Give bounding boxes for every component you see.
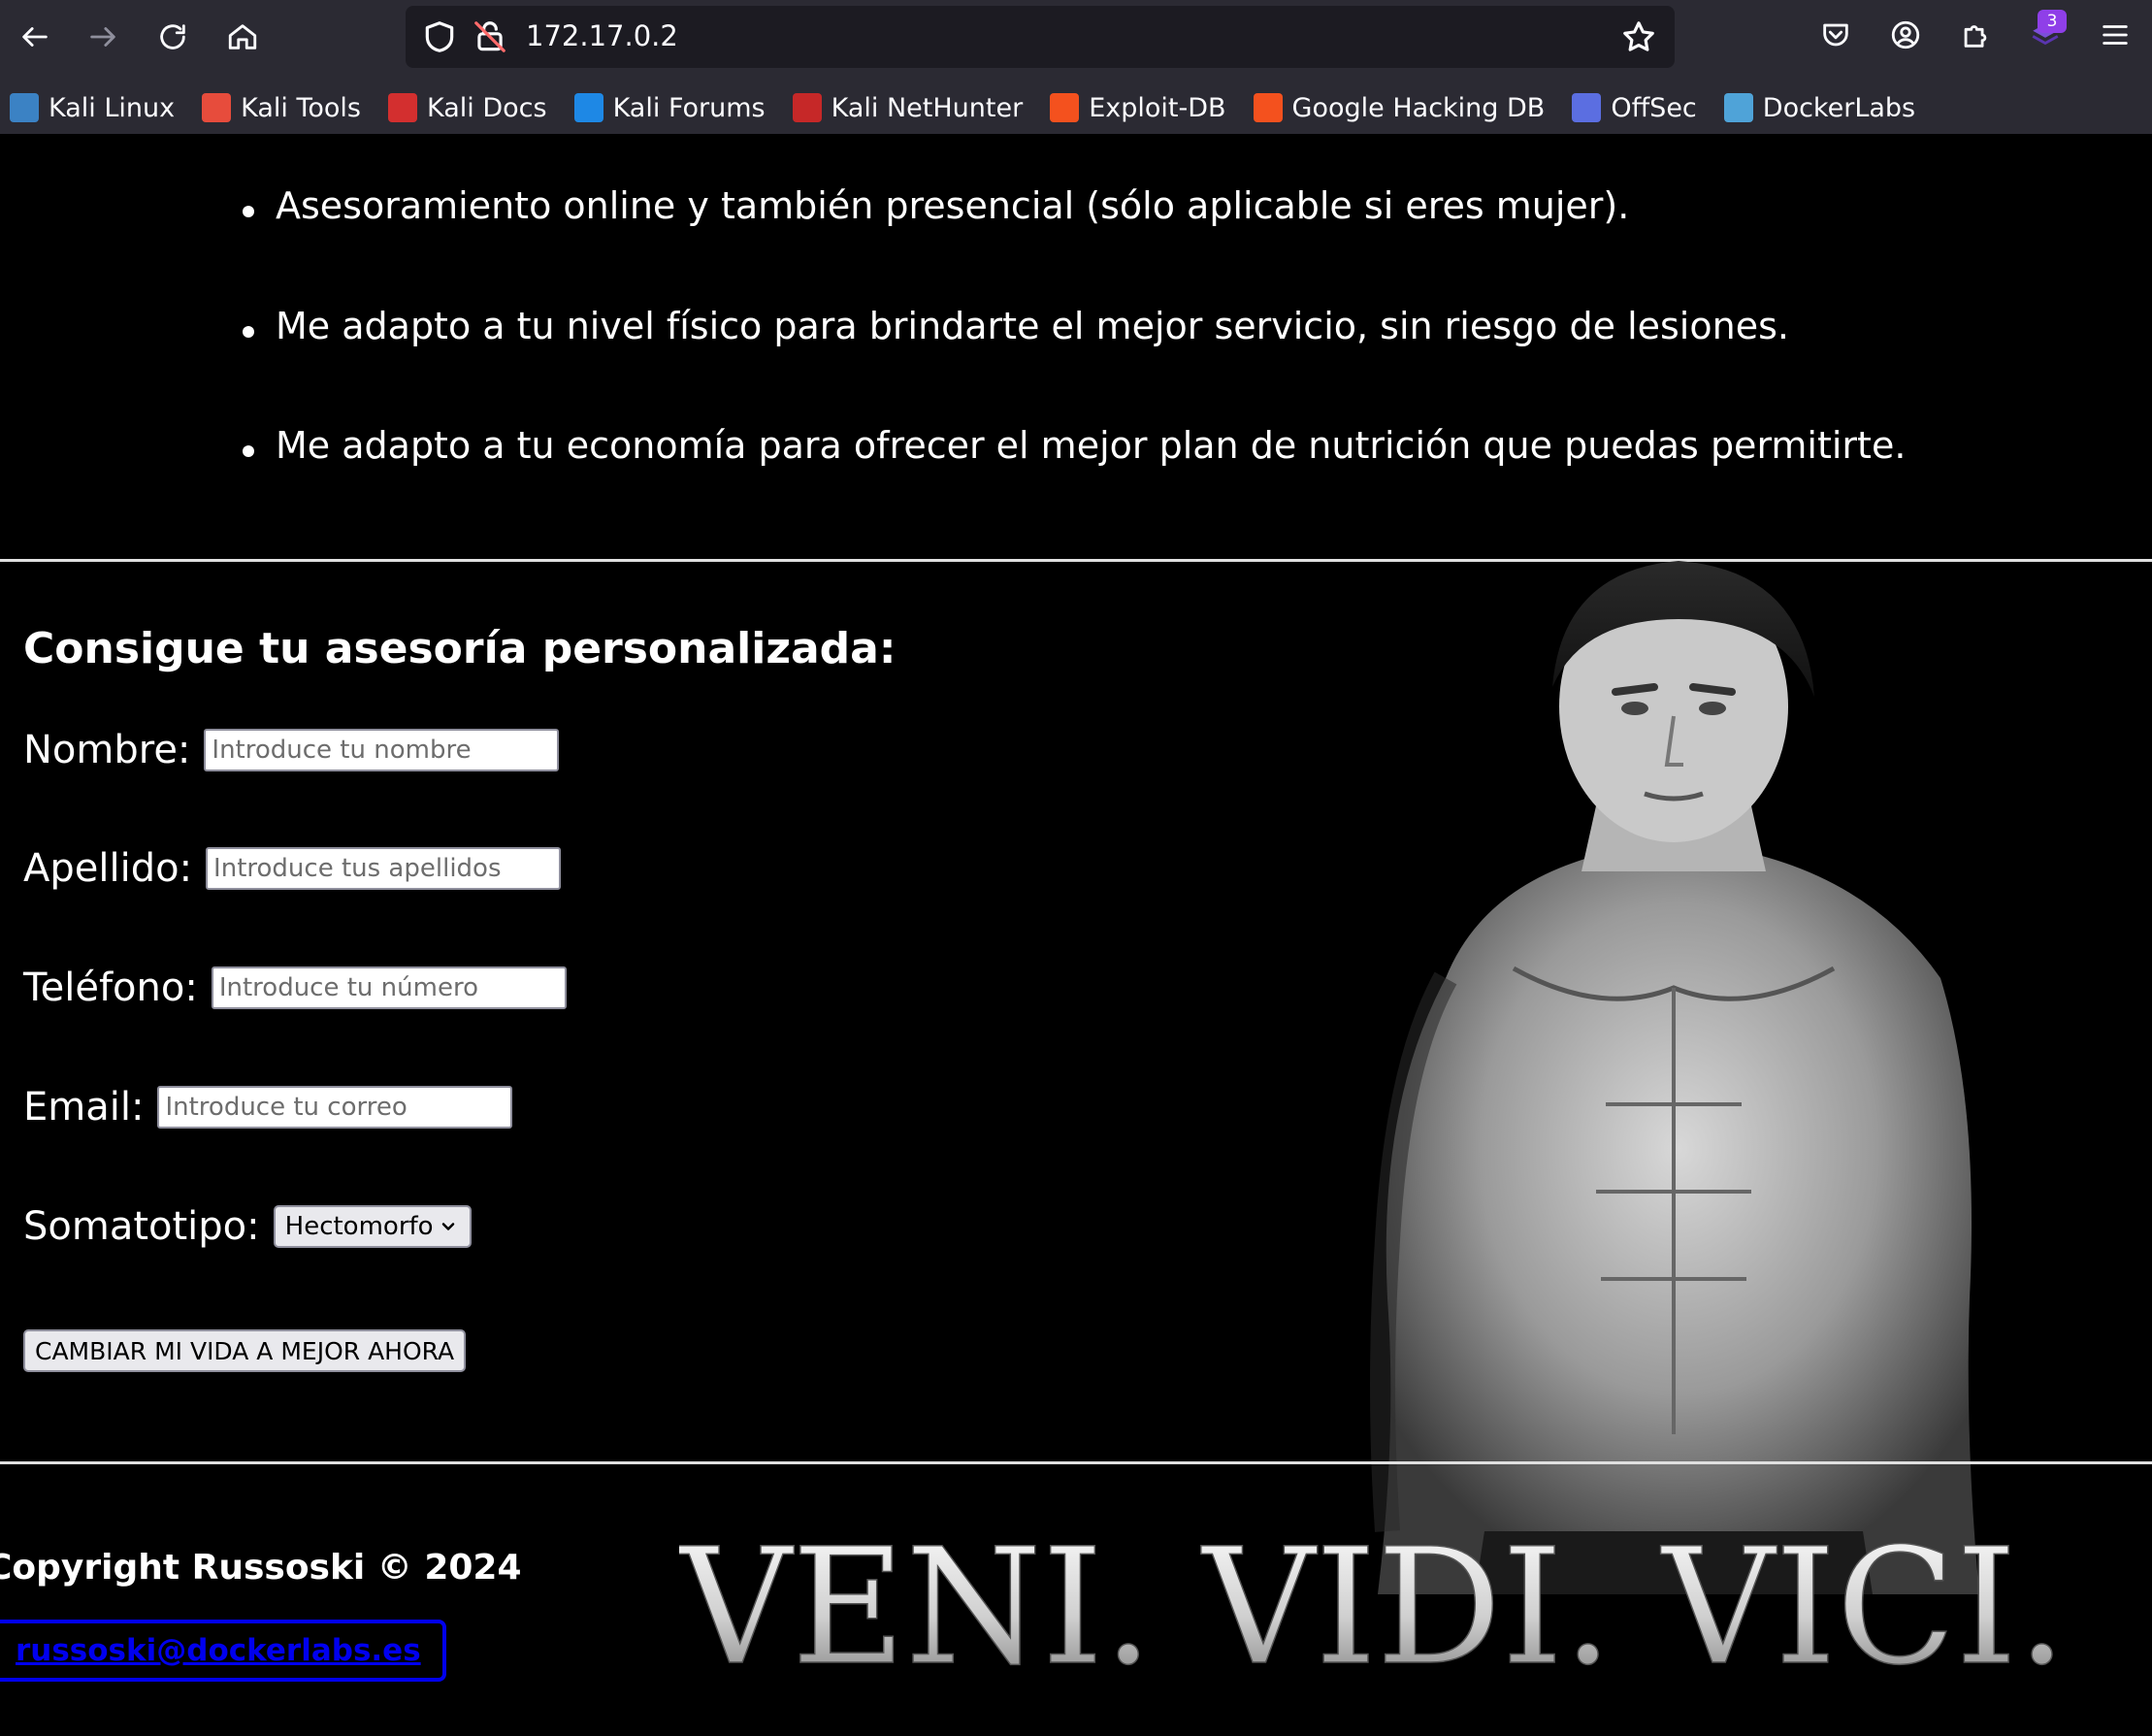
forward-button[interactable] (78, 12, 128, 62)
page-content: Asesoramiento online y también presencia… (0, 134, 2152, 1736)
insecure-lock-icon[interactable] (472, 18, 508, 55)
menu-button[interactable] (2094, 14, 2136, 56)
pocket-icon (1823, 23, 1848, 47)
kali-dragon-icon (10, 93, 39, 122)
extension-badge: 3 (2038, 10, 2067, 33)
feature-item: Me adapto a tu nivel físico para brindar… (241, 305, 1906, 349)
back-button[interactable] (10, 12, 60, 62)
fitness-model-photo (1370, 561, 1979, 1594)
url-text[interactable]: 172.17.0.2 (526, 19, 678, 52)
bookmark-exploit-db[interactable]: Exploit-DB (1040, 84, 1235, 131)
kali-tools-icon (202, 93, 232, 122)
arrow-right-icon (90, 27, 115, 47)
bookmark-star-icon[interactable] (1620, 18, 1657, 55)
nombre-input[interactable] (204, 729, 560, 771)
somatotipo-select[interactable]: Hectomorfo (273, 1205, 472, 1248)
motto-banner: VENI. VIDI. VICI. (679, 1517, 2068, 1682)
email-label: Email: (23, 1085, 145, 1130)
kali-docs-icon (387, 93, 417, 122)
form-title: Consigue tu asesoría personalizada: (23, 624, 897, 673)
reload-button[interactable] (147, 12, 198, 62)
copyright-text: Copyright Russoski © 2024 (0, 1548, 522, 1588)
bookmark-offsec[interactable]: OffSec (1562, 84, 1706, 131)
submit-button[interactable]: CAMBIAR MI VIDA A MEJOR AHORA (23, 1329, 467, 1372)
apellido-input[interactable] (206, 847, 562, 890)
bookmark-kali-docs[interactable]: Kali Docs (378, 84, 557, 131)
contact-email-link[interactable]: russoski@dockerlabs.es (0, 1620, 446, 1682)
browser-toolbar: 172.17.0.2 3 Kali Linux Kali Tools Kali … (0, 0, 2152, 134)
nombre-row: Nombre: (23, 728, 560, 772)
chevron-down-icon (441, 1223, 454, 1230)
home-button[interactable] (217, 12, 268, 62)
bookmark-kali-linux[interactable]: Kali Linux (0, 84, 184, 131)
features-list: Asesoramiento online y también presencia… (241, 184, 1906, 544)
tracking-shield-icon[interactable] (421, 18, 458, 55)
url-bar[interactable]: 172.17.0.2 (406, 6, 1675, 68)
apellido-label: Apellido: (23, 846, 193, 891)
bookmark-kali-tools[interactable]: Kali Tools (192, 84, 371, 131)
ghdb-icon (1253, 93, 1283, 122)
email-row: Email: (23, 1085, 513, 1130)
bookmark-kali-forums[interactable]: Kali Forums (565, 84, 775, 131)
feature-item: Me adapto a tu economía para ofrecer el … (241, 424, 1906, 469)
bookmark-kali-nethunter[interactable]: Kali NetHunter (783, 84, 1033, 131)
nombre-label: Nombre: (23, 728, 191, 772)
kali-nethunter-icon (792, 93, 822, 122)
arrow-left-icon (22, 27, 48, 47)
offsec-icon (1572, 93, 1602, 122)
bookmark-dockerlabs[interactable]: DockerLabs (1714, 84, 1925, 131)
account-button[interactable] (1884, 14, 1927, 56)
home-icon (228, 24, 257, 49)
reload-icon (160, 24, 185, 49)
somatotipo-row: Somatotipo: Hectomorfo (23, 1204, 472, 1249)
account-icon (1891, 20, 1920, 49)
extensions-button[interactable] (1954, 14, 1997, 56)
dockerlabs-icon (1723, 93, 1753, 122)
feature-item: Asesoramiento online y también presencia… (241, 184, 1906, 229)
somatotipo-label: Somatotipo: (23, 1204, 260, 1249)
kali-forums-icon (573, 93, 603, 122)
motto-text: VENI. VIDI. VICI. (679, 1517, 2067, 1682)
puzzle-icon (1964, 25, 1987, 48)
hamburger-menu-icon (2103, 25, 2128, 45)
email-input[interactable] (157, 1086, 513, 1129)
footer-divider (0, 1461, 2152, 1464)
somatotipo-value: Hectomorfo (284, 1212, 434, 1241)
telefono-label: Teléfono: (23, 966, 198, 1010)
bookmarks-bar: Kali Linux Kali Tools Kali Docs Kali For… (0, 82, 2152, 134)
exploit-db-icon (1050, 93, 1080, 122)
bookmark-google-hacking-db[interactable]: Google Hacking DB (1244, 84, 1555, 131)
pocket-button[interactable] (1814, 14, 1857, 56)
apellido-row: Apellido: (23, 846, 562, 891)
telefono-row: Teléfono: (23, 966, 567, 1010)
telefono-input[interactable] (211, 966, 567, 1009)
